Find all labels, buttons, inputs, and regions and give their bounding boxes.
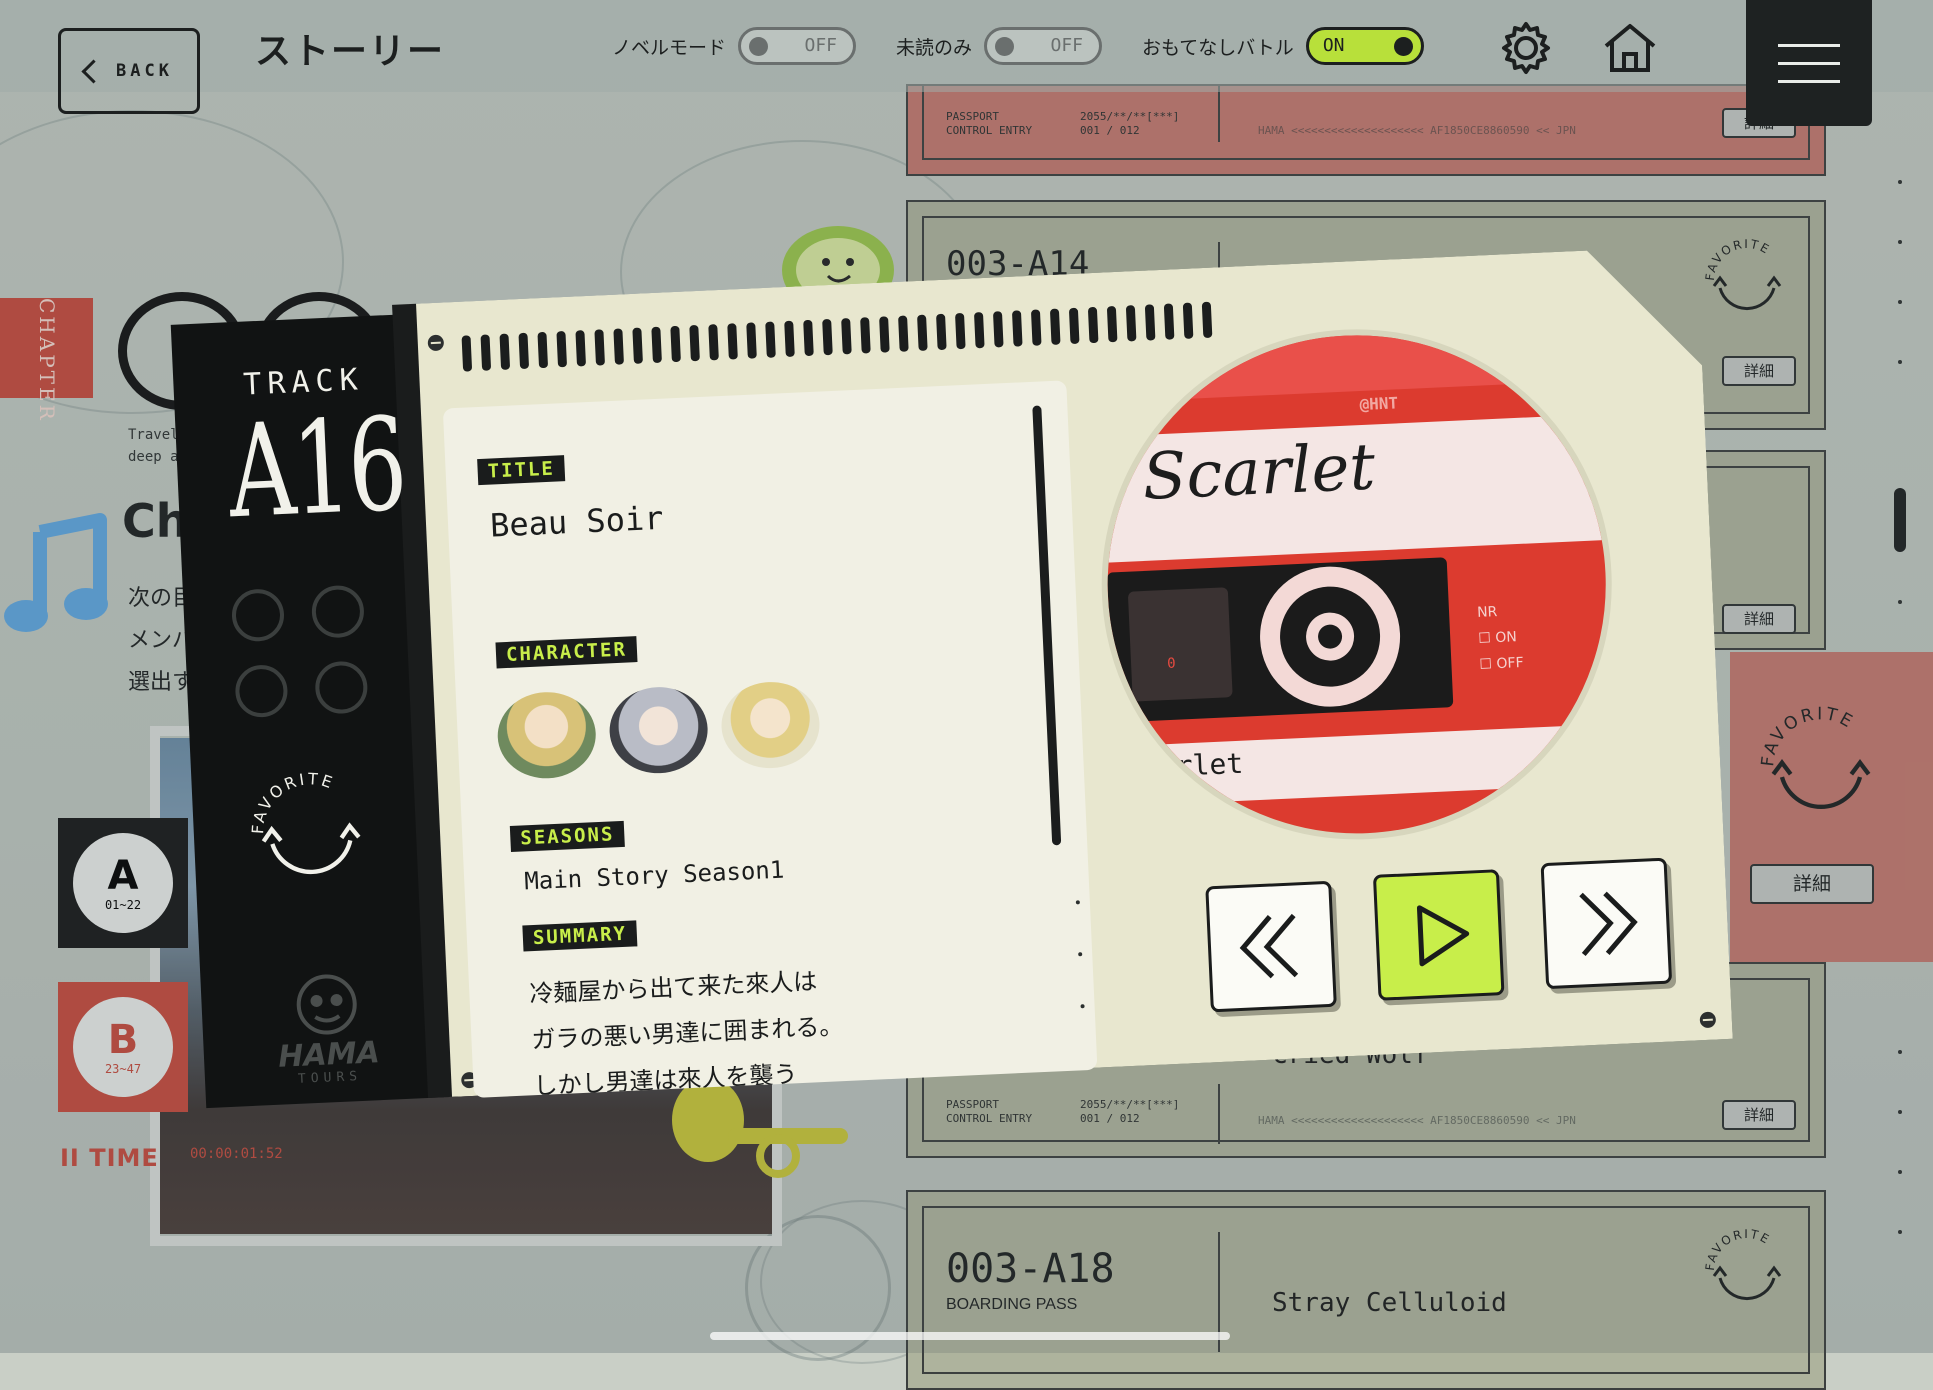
seasons-value: Main Story Season1 [523, 855, 785, 896]
title-tag: TITLE [477, 455, 566, 486]
story-ticket[interactable]: 003-A18 BOARDING PASS Stray Celluloid FA… [906, 1190, 1826, 1390]
chapter-tab[interactable]: CHAPTER [0, 298, 93, 423]
previous-track-button[interactable] [1205, 880, 1337, 1013]
track-info-panel: TITLE Beau Soir CHARACTER SEASONS Main S… [442, 380, 1098, 1098]
next-track-button[interactable] [1540, 857, 1673, 990]
reel-holes [230, 584, 387, 731]
character-avatar[interactable] [607, 684, 710, 776]
svg-text:FAVORITE: FAVORITE [1703, 1227, 1773, 1272]
cassette-label-text: rlet [1175, 746, 1244, 783]
detail-button[interactable]: 詳細 [1722, 1100, 1796, 1130]
omotenashi-battle-toggle-group: おもてなしバトル ON [1142, 26, 1424, 66]
play-button[interactable] [1372, 869, 1505, 1001]
unread-only-toggle-group: 未読のみ OFF [896, 26, 1103, 66]
summary-tag: SUMMARY [522, 920, 638, 952]
seasons-tag: SEASONS [509, 820, 625, 852]
track-detail-modal: TRACK A16 FAVORITE HAMA TOURS TITLE Beau… [168, 202, 1766, 1152]
info-scrollbar[interactable] [1032, 405, 1062, 846]
hama-tours-logo: HAMA TOURS [250, 963, 405, 1089]
novel-mode-toggle-group: ノベルモード OFF [612, 26, 857, 66]
scrollbar-thumb[interactable] [1894, 488, 1906, 552]
play-icon [1416, 905, 1470, 967]
season-a-button[interactable]: A 01~22 [58, 818, 188, 948]
page-title: ストーリー [255, 31, 446, 72]
novel-mode-toggle[interactable]: OFF [738, 27, 857, 65]
menu-line-icon [1778, 44, 1840, 47]
unread-only-toggle[interactable]: OFF [984, 27, 1103, 65]
detail-button[interactable]: 詳細 [1750, 864, 1874, 904]
character-avatar[interactable] [719, 679, 822, 771]
gear-icon[interactable] [1496, 18, 1556, 78]
hamburger-menu-button[interactable] [1746, 0, 1872, 126]
fast-forward-icon [1579, 891, 1638, 957]
chevron-left-icon [81, 58, 106, 84]
menu-line-icon [1778, 80, 1840, 83]
track-number: A16 [225, 390, 408, 548]
svg-text:FAVORITE: FAVORITE [245, 768, 340, 836]
back-button[interactable]: BACK [58, 28, 200, 114]
time-label: II TIME [60, 1144, 159, 1172]
favorite-stamp-icon: FAVORITE [1703, 1227, 1782, 1301]
character-avatar[interactable] [495, 690, 598, 781]
season-b-button[interactable]: B 23~47 [58, 982, 188, 1112]
omotenashi-battle-toggle[interactable]: ON [1305, 27, 1424, 65]
svg-text:FAVORITE: FAVORITE [1758, 704, 1858, 767]
music-note-icon [4, 513, 108, 632]
cassette-script-label: Scarlet [1140, 430, 1377, 515]
summary-text: 冷麺屋から出て来た來人は ガラの悪い男達に囲まれる。 しかし男達は來人を襲う [528, 967, 844, 1098]
home-indicator[interactable] [710, 1332, 1230, 1340]
noise-reduction-labels: NR ☐ ON ☐ OFF [1476, 604, 1524, 673]
story-ticket[interactable]: PASSPORT CONTROL ENTRY 2055/**/**[***] 0… [906, 84, 1826, 176]
favorite-stamp-icon: FAVORITE [1758, 704, 1871, 810]
character-tag: CHARACTER [495, 636, 638, 669]
favorite-button[interactable]: FAVORITE [243, 764, 379, 900]
mascot-logo-icon [296, 974, 357, 1035]
home-icon[interactable] [1600, 18, 1660, 78]
menu-line-icon [1778, 62, 1840, 65]
rewind-icon [1239, 913, 1299, 979]
track-title: Beau Soir [489, 498, 665, 545]
